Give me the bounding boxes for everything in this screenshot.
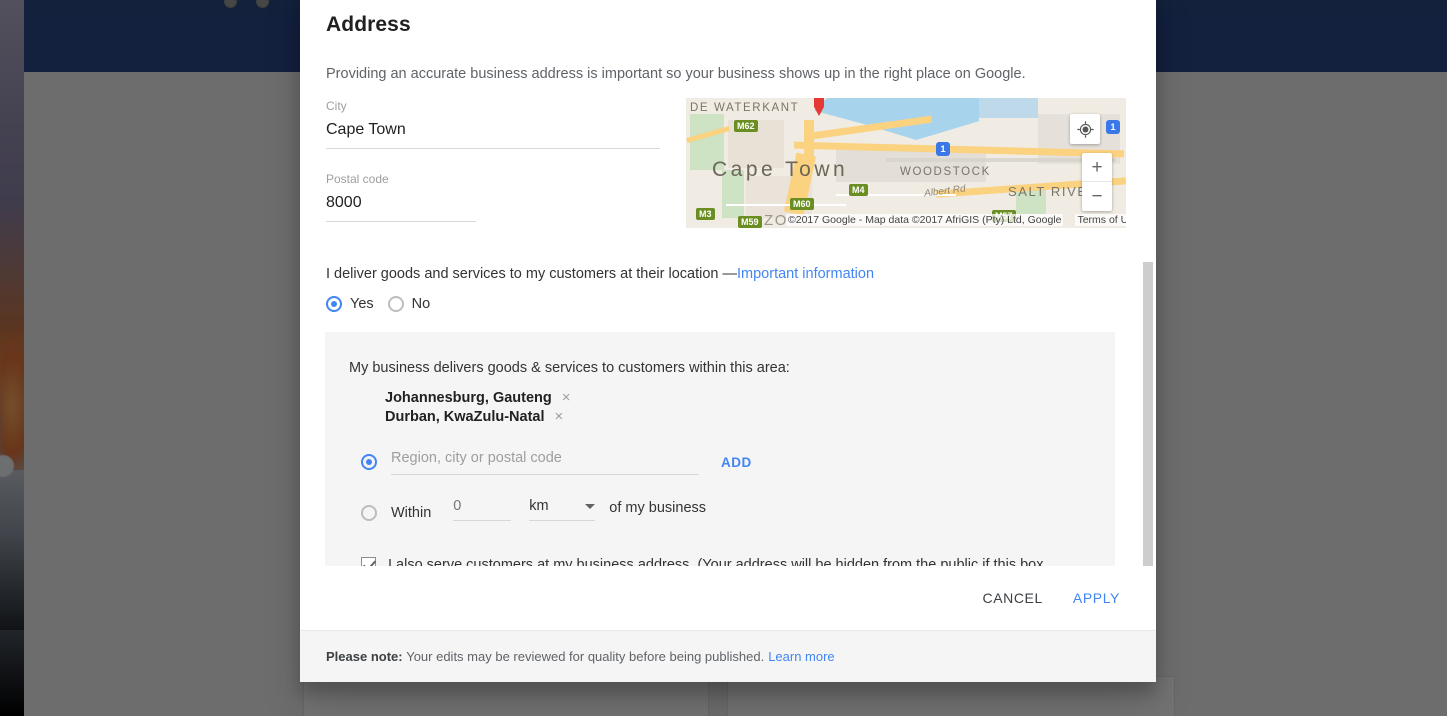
delivery-question-text: I deliver goods and services to my custo… bbox=[326, 266, 738, 282]
within-unit-underline bbox=[529, 520, 596, 521]
serve-at-address-checkbox[interactable] bbox=[361, 557, 376, 566]
map-terms-link[interactable]: Terms of Use bbox=[1075, 214, 1126, 226]
cancel-button[interactable]: CANCEL bbox=[982, 590, 1042, 606]
postal-code-input[interactable] bbox=[326, 191, 678, 221]
map-zoom-in-button[interactable]: + bbox=[1082, 153, 1112, 182]
dialog-subtitle: Providing an accurate business address i… bbox=[326, 66, 1026, 82]
postal-field-group: Postal code bbox=[326, 171, 678, 222]
locate-icon bbox=[1076, 120, 1094, 138]
within-distance-input[interactable] bbox=[453, 498, 512, 520]
delivery-radio-no-label: No bbox=[411, 296, 431, 312]
city-field-group: City bbox=[326, 98, 678, 149]
postal-underline bbox=[326, 221, 476, 222]
map-locate-button[interactable] bbox=[1070, 114, 1100, 144]
map-highway-badge: 1 bbox=[1106, 120, 1120, 134]
map-label-cape-town: Cape Town bbox=[712, 158, 849, 181]
address-dialog: Address Providing an accurate business a… bbox=[300, 0, 1156, 682]
add-area-input-group bbox=[391, 449, 699, 475]
dialog-scrollbar-thumb[interactable] bbox=[1143, 262, 1153, 566]
radio-no-icon[interactable] bbox=[387, 296, 404, 312]
serve-at-address-row: I also serve customers at my business ad… bbox=[361, 555, 1061, 566]
list-item: Durban, KwaZulu-Natal × bbox=[385, 409, 1087, 425]
service-area-name: Durban, KwaZulu-Natal bbox=[385, 409, 545, 425]
map-street bbox=[726, 204, 846, 206]
note-prefix: Please note: bbox=[326, 649, 403, 664]
map-zoom-controls: + − bbox=[1082, 153, 1112, 211]
dialog-footer-note: Please note: Your edits may be reviewed … bbox=[300, 630, 1156, 682]
map-location-pin bbox=[814, 98, 824, 116]
within-distance-row: Within km of my business bbox=[361, 497, 1087, 521]
service-area-panel: My business delivers goods & services to… bbox=[325, 332, 1115, 566]
map-shield: M60 bbox=[790, 198, 814, 210]
dialog-action-bar: CANCEL APPLY bbox=[300, 566, 1156, 630]
add-area-row: ADD bbox=[361, 449, 1087, 475]
within-distance-group bbox=[453, 497, 512, 521]
location-map[interactable]: DE WATERKANT WOODSTOCK SALT RIVE ZO Cape… bbox=[686, 98, 1126, 228]
map-label-salt-river: SALT RIVE bbox=[1008, 184, 1088, 199]
delivery-radio-group: Yes No bbox=[326, 296, 1130, 312]
address-form-row: City Postal code bbox=[326, 98, 1130, 228]
dialog-scrollbar[interactable] bbox=[1142, 0, 1155, 566]
map-label-woodstock: WOODSTOCK bbox=[900, 166, 991, 178]
map-highway-badge: 1 bbox=[936, 142, 950, 156]
map-label-albert-rd: Albert Rd bbox=[923, 183, 967, 200]
remove-area-icon[interactable]: × bbox=[555, 409, 564, 424]
address-fields: City Postal code bbox=[326, 98, 678, 228]
within-unit-value: km bbox=[529, 498, 549, 514]
dialog-title: Address bbox=[326, 13, 411, 36]
note-text: Your edits may be reviewed for quality b… bbox=[406, 649, 765, 664]
delivery-radio-yes[interactable]: Yes bbox=[326, 296, 374, 312]
map-zoom-out-button[interactable]: − bbox=[1082, 182, 1112, 211]
region-search-input[interactable] bbox=[391, 450, 699, 474]
map-shield: M4 bbox=[849, 184, 868, 196]
within-unit-select[interactable]: km bbox=[529, 498, 596, 520]
service-area-list: Johannesburg, Gauteng × Durban, KwaZulu-… bbox=[385, 390, 1087, 425]
add-area-button[interactable]: ADD bbox=[721, 455, 752, 470]
serve-at-address-label: I also serve customers at my business ad… bbox=[388, 557, 1044, 566]
within-suffix-label: of my business bbox=[609, 500, 707, 516]
add-area-underline bbox=[391, 474, 699, 475]
city-label: City bbox=[326, 99, 347, 113]
within-unit-group: km bbox=[529, 498, 596, 521]
list-item: Johannesburg, Gauteng × bbox=[385, 390, 1087, 406]
city-input[interactable] bbox=[326, 118, 678, 148]
apply-button[interactable]: APPLY bbox=[1073, 590, 1120, 606]
radio-yes-icon[interactable] bbox=[326, 296, 342, 312]
remove-area-icon[interactable]: × bbox=[562, 390, 571, 405]
within-distance-underline bbox=[453, 520, 512, 521]
service-area-heading: My business delivers goods & services to… bbox=[349, 360, 790, 376]
delivery-radio-no[interactable]: No bbox=[387, 296, 431, 312]
dialog-scroll-area: Address Providing an accurate business a… bbox=[300, 0, 1156, 566]
within-label: Within bbox=[391, 505, 432, 521]
chevron-down-icon bbox=[585, 503, 596, 509]
delivery-question: I deliver goods and services to my custo… bbox=[326, 264, 1130, 284]
postal-label: Postal code bbox=[326, 172, 389, 186]
radio-add-area-icon[interactable] bbox=[361, 454, 377, 470]
city-underline bbox=[326, 148, 660, 149]
learn-more-link[interactable]: Learn more bbox=[768, 649, 834, 664]
map-shield: M62 bbox=[734, 120, 758, 132]
map-attribution-bar: ©2017 Google - Map data ©2017 AfriGIS (P… bbox=[686, 212, 1126, 228]
radio-within-distance-icon[interactable] bbox=[361, 505, 377, 521]
service-area-name: Johannesburg, Gauteng bbox=[385, 390, 552, 406]
map-attribution-text: ©2017 Google - Map data ©2017 AfriGIS (P… bbox=[786, 214, 1064, 226]
map-water bbox=[978, 98, 1038, 118]
delivery-radio-yes-label: Yes bbox=[350, 296, 374, 312]
important-information-link[interactable]: Important information bbox=[737, 266, 874, 282]
map-label-waterkant: DE WATERKANT bbox=[690, 102, 800, 114]
